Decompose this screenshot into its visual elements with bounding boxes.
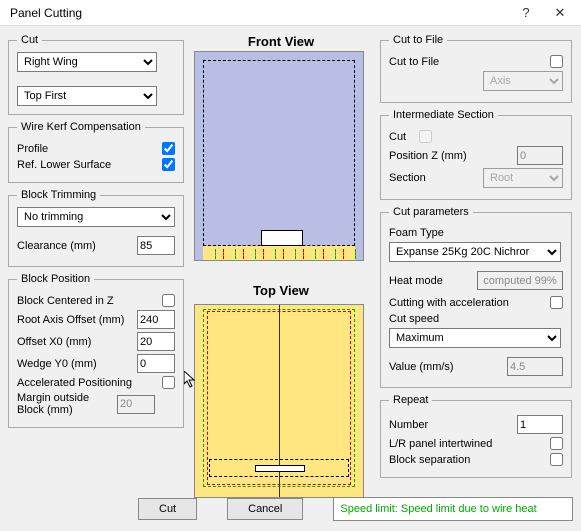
kerf-legend: Wire Kerf Compensation	[17, 121, 145, 133]
repeat-legend: Repeat	[389, 394, 432, 406]
value-label: Value (mm/s)	[389, 361, 507, 373]
heat-value	[477, 271, 563, 290]
root-axis-label: Root Axis Offset (mm)	[17, 314, 137, 326]
cut-to-file-label: Cut to File	[389, 56, 550, 68]
cut-to-file-group: Cut to File Cut to File Axis	[380, 34, 572, 103]
margin-input	[117, 395, 155, 414]
value-input	[507, 357, 563, 376]
repeat-group: Repeat Number L/R panel intertwined Bloc…	[380, 394, 572, 478]
repeat-number-input[interactable]	[517, 415, 563, 434]
wedge-y0-input[interactable]	[137, 354, 175, 373]
top-view-label: Top View	[194, 283, 368, 298]
cut-to-file-legend: Cut to File	[389, 34, 447, 46]
block-pos-legend: Block Position	[17, 273, 94, 285]
intermediate-group: Intermediate Section Cut Position Z (mm)…	[380, 109, 572, 200]
profile-label: Profile	[17, 143, 162, 155]
foam-label: Foam Type	[389, 227, 563, 239]
lr-check[interactable]	[550, 437, 563, 450]
posz-label: Position Z (mm)	[389, 150, 517, 162]
cut-accel-check[interactable]	[550, 296, 563, 309]
section-label: Section	[389, 172, 483, 184]
cut-speed-label: Cut speed	[389, 313, 563, 325]
sep-check[interactable]	[550, 453, 563, 466]
block-trim-group: Block Trimming No trimming Clearance (mm…	[8, 189, 184, 267]
clearance-label: Clearance (mm)	[17, 240, 137, 252]
wedge-y0-label: Wedge Y0 (mm)	[17, 358, 137, 370]
cut-to-file-check[interactable]	[550, 55, 563, 68]
cut-accel-label: Cutting with acceleration	[389, 297, 550, 309]
block-trim-legend: Block Trimming	[17, 189, 100, 201]
ref-lower-check[interactable]	[162, 158, 175, 171]
heat-label: Heat mode	[389, 275, 477, 287]
profile-check[interactable]	[162, 142, 175, 155]
status-text: Speed limit: Speed limit due to wire hea…	[333, 497, 573, 521]
cut-group: Cut Right Wing Top First	[8, 34, 184, 115]
offset-x0-label: Offset X0 (mm)	[17, 336, 137, 348]
posz-input	[517, 146, 563, 165]
cut-params-legend: Cut parameters	[389, 206, 473, 218]
front-view-canvas	[194, 51, 364, 261]
order-select[interactable]: Top First	[17, 86, 157, 106]
root-axis-input[interactable]	[137, 310, 175, 329]
centered-check[interactable]	[162, 294, 175, 307]
cut-legend: Cut	[17, 34, 42, 46]
foam-select[interactable]: Expanse 25Kg 20C Nichror	[389, 242, 561, 262]
kerf-group: Wire Kerf Compensation Profile Ref. Lowe…	[8, 121, 184, 183]
section-select: Root	[483, 168, 563, 188]
centered-label: Block Centered in Z	[17, 295, 162, 307]
repeat-number-label: Number	[389, 419, 517, 431]
trim-mode-select[interactable]: No trimming	[17, 207, 175, 227]
cursor-icon	[184, 371, 198, 392]
clearance-input[interactable]	[137, 236, 175, 255]
inter-cut-label: Cut	[389, 131, 419, 143]
window-title: Panel Cutting	[10, 6, 509, 20]
intermediate-legend: Intermediate Section	[389, 109, 498, 121]
accel-pos-check[interactable]	[162, 376, 175, 389]
axis-select: Axis	[483, 71, 563, 91]
close-button[interactable]: ✕	[543, 2, 577, 24]
margin-label: Margin outside Block (mm)	[17, 392, 117, 416]
sep-label: Block separation	[389, 454, 550, 466]
accel-pos-label: Accelerated Positioning	[17, 377, 162, 389]
lr-label: L/R panel intertwined	[389, 438, 550, 450]
top-view-canvas	[194, 304, 364, 498]
inter-cut-check	[419, 130, 432, 143]
cut-params-group: Cut parameters Foam Type Expanse 25Kg 20…	[380, 206, 572, 388]
cut-button[interactable]: Cut	[138, 498, 197, 520]
offset-x0-input[interactable]	[137, 332, 175, 351]
ref-lower-label: Ref. Lower Surface	[17, 159, 162, 171]
help-button[interactable]: ?	[509, 2, 543, 24]
wing-select[interactable]: Right Wing	[17, 52, 157, 72]
front-view-label: Front View	[194, 34, 368, 49]
block-pos-group: Block Position Block Centered in Z Root …	[8, 273, 184, 428]
cancel-button[interactable]: Cancel	[227, 498, 303, 520]
cut-speed-select[interactable]: Maximum	[389, 328, 561, 348]
